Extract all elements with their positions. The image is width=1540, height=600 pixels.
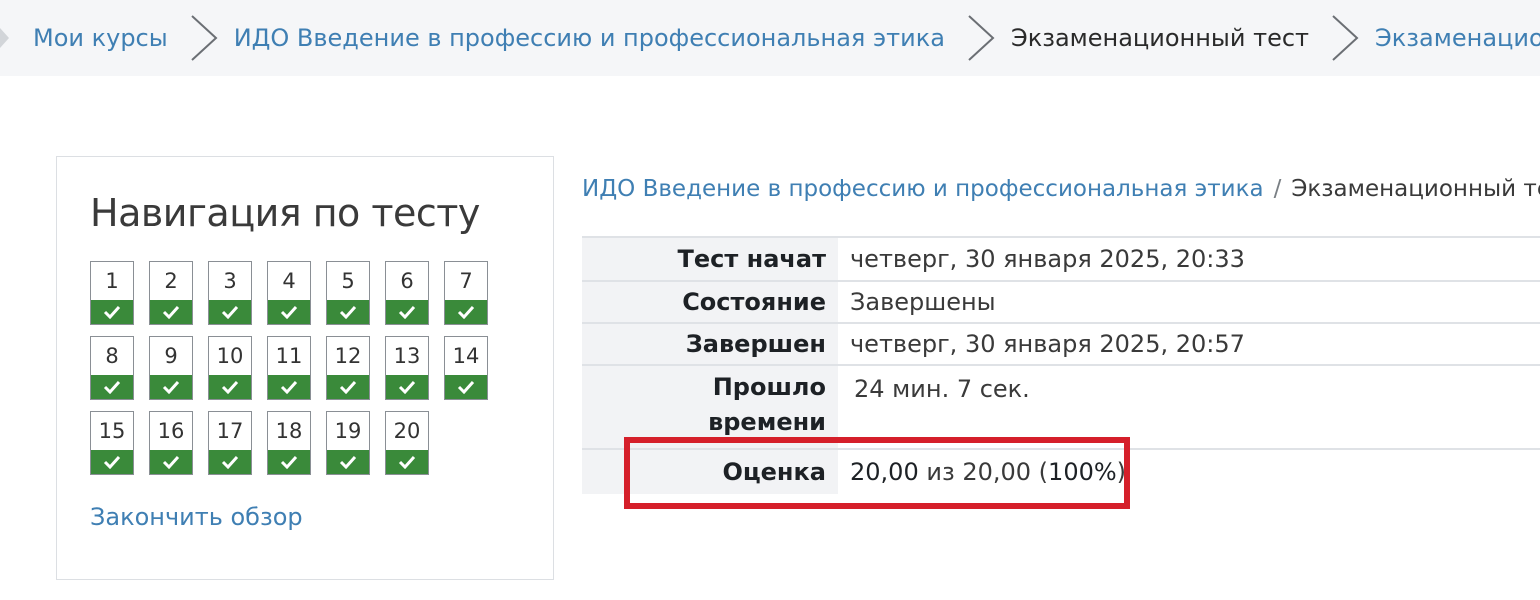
quiz-navigation-block: Навигация по тесту 1 2 3 4 5 6 7 8 9 10 11 12 13 14 15…: [56, 156, 554, 580]
breadcrumb-course[interactable]: ИДО Введение в профессию и профессиональ…: [234, 24, 945, 52]
question-number: 6: [400, 269, 414, 293]
started-value: четверг, 30 января 2025, 20:33: [838, 237, 1540, 281]
check-icon: [150, 375, 192, 399]
summary-row-completed: Завершен четверг, 30 января 2025, 20:57: [582, 323, 1540, 365]
check-icon: [268, 375, 310, 399]
breadcrumb-exam-test[interactable]: Экзаменационный тест: [1375, 24, 1540, 52]
summary-breadcrumb-current: Экзаменационный тест: [1291, 176, 1540, 202]
question-button[interactable]: 13: [385, 336, 429, 400]
completed-value: четверг, 30 января 2025, 20:57: [838, 323, 1540, 365]
question-number: 11: [275, 344, 303, 368]
elapsed-label-line1: Прошло: [712, 373, 826, 401]
question-number: 15: [98, 419, 126, 443]
question-number: 19: [334, 419, 362, 443]
check-icon: [445, 300, 487, 324]
summary-breadcrumb-course-link[interactable]: ИДО Введение в профессию и профессиональ…: [582, 176, 1264, 202]
chevron-right-icon: [182, 10, 224, 66]
question-number: 2: [164, 269, 178, 293]
breadcrumb: Мои курсы ИДО Введение в профессию и про…: [0, 0, 1540, 76]
question-button[interactable]: 6: [385, 261, 429, 325]
check-icon: [386, 450, 428, 474]
question-button[interactable]: 15: [90, 411, 134, 475]
question-number: 3: [223, 269, 237, 293]
check-icon: [327, 300, 369, 324]
question-number: 14: [452, 344, 480, 368]
question-button[interactable]: 12: [326, 336, 370, 400]
summary-breadcrumb: ИДО Введение в профессию и профессиональ…: [582, 176, 1540, 202]
question-buttons-grid: 1 2 3 4 5 6 7 8 9 10 11 12 13 14 15 16 17 18 19 20: [90, 261, 488, 475]
breadcrumb-start-marker: [0, 28, 9, 48]
question-number: 8: [105, 344, 119, 368]
check-icon: [209, 375, 251, 399]
chevron-right-icon: [959, 10, 1001, 66]
check-icon: [268, 300, 310, 324]
question-button[interactable]: 5: [326, 261, 370, 325]
question-button[interactable]: 14: [444, 336, 488, 400]
question-number: 5: [341, 269, 355, 293]
grade-score: 20,00: [850, 458, 919, 486]
summary-row-elapsed: Прошло времени 24 мин. 7 сек.: [582, 365, 1540, 449]
check-icon: [150, 300, 192, 324]
question-number: 9: [164, 344, 178, 368]
question-button[interactable]: 1: [90, 261, 134, 325]
question-button[interactable]: 10: [208, 336, 252, 400]
breadcrumb-current-section: Экзаменационный тест: [1010, 24, 1310, 52]
question-button[interactable]: 20: [385, 411, 429, 475]
check-icon: [209, 450, 251, 474]
finish-review-link[interactable]: Закончить обзор: [90, 503, 303, 531]
breadcrumb-my-courses[interactable]: Мои курсы: [33, 24, 168, 52]
question-button[interactable]: 3: [208, 261, 252, 325]
question-button[interactable]: 2: [149, 261, 193, 325]
question-number: 10: [216, 344, 244, 368]
check-icon: [91, 300, 133, 324]
question-number: 17: [216, 419, 244, 443]
check-icon: [386, 300, 428, 324]
question-button[interactable]: 4: [267, 261, 311, 325]
check-icon: [150, 450, 192, 474]
state-label: Состояние: [582, 281, 838, 323]
state-value: Завершены: [838, 281, 1540, 323]
question-number: 4: [282, 269, 296, 293]
question-button[interactable]: 17: [208, 411, 252, 475]
question-number: 18: [275, 419, 303, 443]
summary-breadcrumb-separator: /: [1273, 176, 1282, 202]
check-icon: [268, 450, 310, 474]
question-button[interactable]: 11: [267, 336, 311, 400]
question-button[interactable]: 16: [149, 411, 193, 475]
summary-row-state: Состояние Завершены: [582, 281, 1540, 323]
summary-row-started: Тест начат четверг, 30 января 2025, 20:3…: [582, 237, 1540, 281]
question-button[interactable]: 18: [267, 411, 311, 475]
question-button[interactable]: 7: [444, 261, 488, 325]
attempt-summary-table: Тест начат четверг, 30 января 2025, 20:3…: [582, 236, 1540, 494]
elapsed-label: Прошло времени: [582, 365, 838, 449]
question-number: 16: [157, 419, 185, 443]
question-button[interactable]: 19: [326, 411, 370, 475]
elapsed-label-line2: времени: [708, 408, 826, 436]
grade-value: 20,00 из 20,00 (100%): [838, 449, 1540, 494]
check-icon: [209, 300, 251, 324]
check-icon: [91, 450, 133, 474]
question-button[interactable]: 9: [149, 336, 193, 400]
chevron-right-icon: [1323, 10, 1365, 66]
question-number: 20: [393, 419, 421, 443]
check-icon: [386, 375, 428, 399]
completed-label: Завершен: [582, 323, 838, 365]
check-icon: [445, 375, 487, 399]
question-number: 13: [393, 344, 421, 368]
grade-percent: 100%: [1048, 458, 1117, 486]
check-icon: [327, 375, 369, 399]
question-number: 1: [105, 269, 119, 293]
started-label: Тест начат: [582, 237, 838, 281]
summary-row-grade: Оценка 20,00 из 20,00 (100%): [582, 449, 1540, 494]
grade-label: Оценка: [582, 449, 838, 494]
question-button[interactable]: 8: [90, 336, 134, 400]
check-icon: [327, 450, 369, 474]
quiz-navigation-title: Навигация по тесту: [90, 191, 480, 235]
question-number: 12: [334, 344, 362, 368]
question-number: 7: [459, 269, 473, 293]
grade-close: ): [1116, 458, 1127, 486]
grade-of-max: из 20,00 (: [926, 458, 1049, 486]
check-icon: [91, 375, 133, 399]
elapsed-value: 24 мин. 7 сек.: [838, 365, 1540, 449]
